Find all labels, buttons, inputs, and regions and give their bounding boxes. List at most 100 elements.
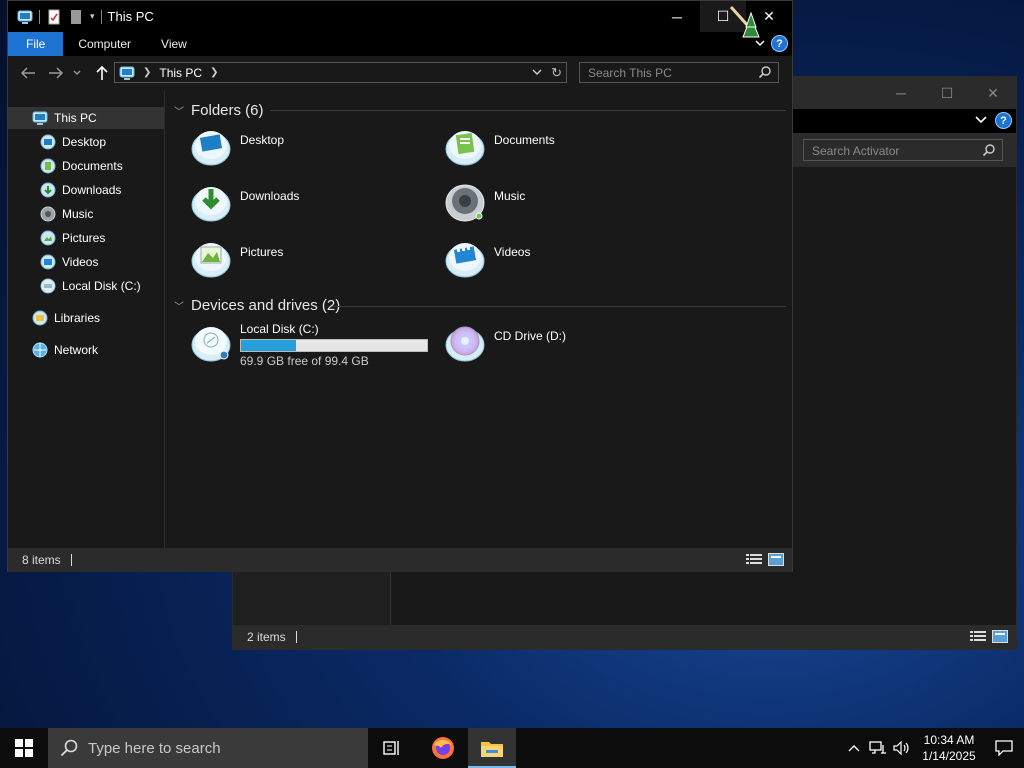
chevron-down-icon[interactable] bbox=[974, 113, 988, 127]
hard-drive-icon bbox=[191, 327, 231, 362]
firefox-taskbar-button[interactable] bbox=[419, 728, 467, 768]
bg-maximize-button[interactable]: ☐ bbox=[924, 77, 970, 109]
forward-icon[interactable] bbox=[46, 64, 66, 82]
nav-item-label: Music bbox=[62, 207, 94, 221]
nav-item-network[interactable]: Network bbox=[32, 339, 98, 361]
collapse-chevron-icon[interactable]: ﹀ bbox=[174, 298, 184, 313]
folder-tile-documents[interactable]: Documents bbox=[444, 125, 555, 167]
nav-item-label: Desktop bbox=[62, 135, 107, 149]
nav-item-desktop[interactable]: Desktop bbox=[40, 131, 106, 153]
nav-item-this-pc[interactable]: This PC bbox=[8, 107, 164, 129]
task-view-button[interactable] bbox=[368, 728, 416, 768]
up-icon[interactable] bbox=[92, 64, 112, 82]
nav-item-label: This PC bbox=[54, 111, 97, 125]
nav-item-label: Local Disk (C:) bbox=[62, 279, 141, 293]
customize-quick-access-icon[interactable]: ▾ bbox=[90, 11, 95, 22]
this-pc-icon bbox=[32, 111, 48, 125]
details-view-icon[interactable] bbox=[746, 553, 762, 566]
titlebar[interactable]: ▾ This PC ─ ☐ ✕ bbox=[8, 1, 792, 32]
documents-icon bbox=[40, 158, 56, 174]
downloads-icon bbox=[40, 182, 56, 198]
cd-drive-icon bbox=[445, 326, 485, 362]
search-this-pc-input[interactable]: Search This PC bbox=[579, 62, 779, 83]
this-pc-window[interactable]: ▾ This PC ─ ☐ ✕ File Computer View ? ❯ T… bbox=[7, 0, 793, 572]
details-view-icon[interactable] bbox=[970, 630, 986, 643]
new-folder-icon[interactable] bbox=[68, 9, 84, 25]
minimize-button[interactable]: ─ bbox=[654, 1, 700, 32]
breadcrumb-this-pc[interactable]: This PC bbox=[159, 66, 202, 80]
system-tray: 10:34 AM 1/14/2025 bbox=[842, 728, 1024, 768]
refresh-icon[interactable]: ↻ bbox=[551, 65, 562, 81]
tile-label: CD Drive (D:) bbox=[494, 329, 566, 343]
pictures-icon bbox=[40, 230, 56, 246]
nav-item-music[interactable]: Music bbox=[40, 203, 93, 225]
desktop-folder-icon bbox=[191, 131, 231, 166]
search-icon bbox=[982, 144, 995, 157]
file-explorer-icon bbox=[481, 742, 503, 757]
nav-item-videos[interactable]: Videos bbox=[40, 251, 98, 273]
nav-item-label: Libraries bbox=[54, 311, 101, 325]
volume-icon[interactable] bbox=[890, 728, 914, 768]
group-divider bbox=[332, 306, 786, 307]
drive-label: Local Disk (C:) bbox=[240, 322, 319, 336]
tab-file[interactable]: File bbox=[8, 32, 64, 56]
search-activator-input[interactable]: Search Activator bbox=[803, 139, 1003, 161]
this-pc-icon[interactable] bbox=[17, 9, 33, 25]
folder-tile-desktop[interactable]: Desktop bbox=[190, 125, 284, 167]
file-explorer-taskbar-button[interactable] bbox=[468, 728, 516, 768]
taskbar-search-box[interactable]: Type here to search bbox=[48, 728, 368, 768]
bg-minimize-button[interactable]: ─ bbox=[878, 77, 924, 109]
network-icon bbox=[32, 342, 48, 358]
group-header-drives[interactable]: ﹀ Devices and drives (2) bbox=[174, 295, 340, 315]
nav-item-downloads[interactable]: Downloads bbox=[40, 179, 121, 201]
disk-usage-bar bbox=[240, 339, 428, 352]
tile-label: Documents bbox=[494, 133, 555, 147]
clock[interactable]: 10:34 AM 1/14/2025 bbox=[914, 732, 984, 764]
clock-date: 1/14/2025 bbox=[922, 749, 976, 763]
search-icon bbox=[758, 66, 771, 79]
network-status-icon[interactable] bbox=[866, 728, 890, 768]
nav-item-local-disk[interactable]: Local Disk (C:) bbox=[40, 275, 141, 297]
large-icons-view-icon[interactable] bbox=[992, 630, 1008, 643]
drive-tile-local-disk[interactable]: Local Disk (C:) 69.9 GB free of 99.4 GB bbox=[190, 321, 428, 368]
show-hidden-icons-icon[interactable] bbox=[842, 728, 866, 768]
properties-icon[interactable] bbox=[46, 9, 62, 25]
address-history-icon[interactable] bbox=[532, 67, 542, 77]
pictures-folder-icon bbox=[191, 243, 231, 278]
libraries-icon bbox=[32, 310, 48, 326]
breadcrumb-separator-icon[interactable]: ❯ bbox=[143, 67, 151, 78]
folder-tile-downloads[interactable]: Downloads bbox=[190, 181, 299, 223]
start-button[interactable] bbox=[0, 728, 48, 768]
help-icon[interactable]: ? bbox=[995, 112, 1012, 129]
action-center-button[interactable] bbox=[984, 728, 1024, 768]
tab-view[interactable]: View bbox=[146, 32, 202, 56]
desktop-icon bbox=[40, 134, 56, 150]
tile-label: Desktop bbox=[240, 133, 285, 147]
disk-usage-fill bbox=[241, 340, 297, 351]
nav-item-label: Videos bbox=[62, 255, 99, 269]
nav-item-label: Network bbox=[54, 343, 99, 357]
large-icons-view-icon[interactable] bbox=[768, 553, 784, 566]
group-header-folders[interactable]: ﹀ Folders (6) bbox=[174, 100, 264, 120]
back-icon[interactable] bbox=[18, 64, 38, 82]
help-icon[interactable]: ? bbox=[771, 35, 788, 52]
folder-tile-music[interactable]: Music bbox=[444, 181, 525, 223]
breadcrumb-separator-icon[interactable]: ❯ bbox=[210, 67, 218, 78]
nav-item-pictures[interactable]: Pictures bbox=[40, 227, 105, 249]
bg-close-button[interactable]: ✕ bbox=[970, 77, 1016, 109]
task-view-icon bbox=[383, 741, 399, 755]
nav-item-documents[interactable]: Documents bbox=[40, 155, 123, 177]
folder-tile-videos[interactable]: Videos bbox=[444, 237, 530, 279]
nav-item-libraries[interactable]: Libraries bbox=[32, 307, 100, 329]
music-icon bbox=[40, 206, 56, 222]
recent-locations-icon[interactable] bbox=[70, 64, 84, 82]
status-bar: 8 items bbox=[8, 548, 792, 572]
folder-tile-pictures[interactable]: Pictures bbox=[190, 237, 283, 279]
collapse-chevron-icon[interactable]: ﹀ bbox=[174, 103, 184, 118]
music-folder-icon bbox=[445, 184, 485, 222]
tab-computer[interactable]: Computer bbox=[63, 32, 146, 56]
search-icon bbox=[60, 739, 78, 757]
address-input[interactable]: ❯ This PC ❯ ↻ bbox=[114, 62, 567, 83]
videos-icon bbox=[40, 254, 56, 270]
drive-tile-cd[interactable]: CD Drive (D:) bbox=[444, 321, 566, 363]
